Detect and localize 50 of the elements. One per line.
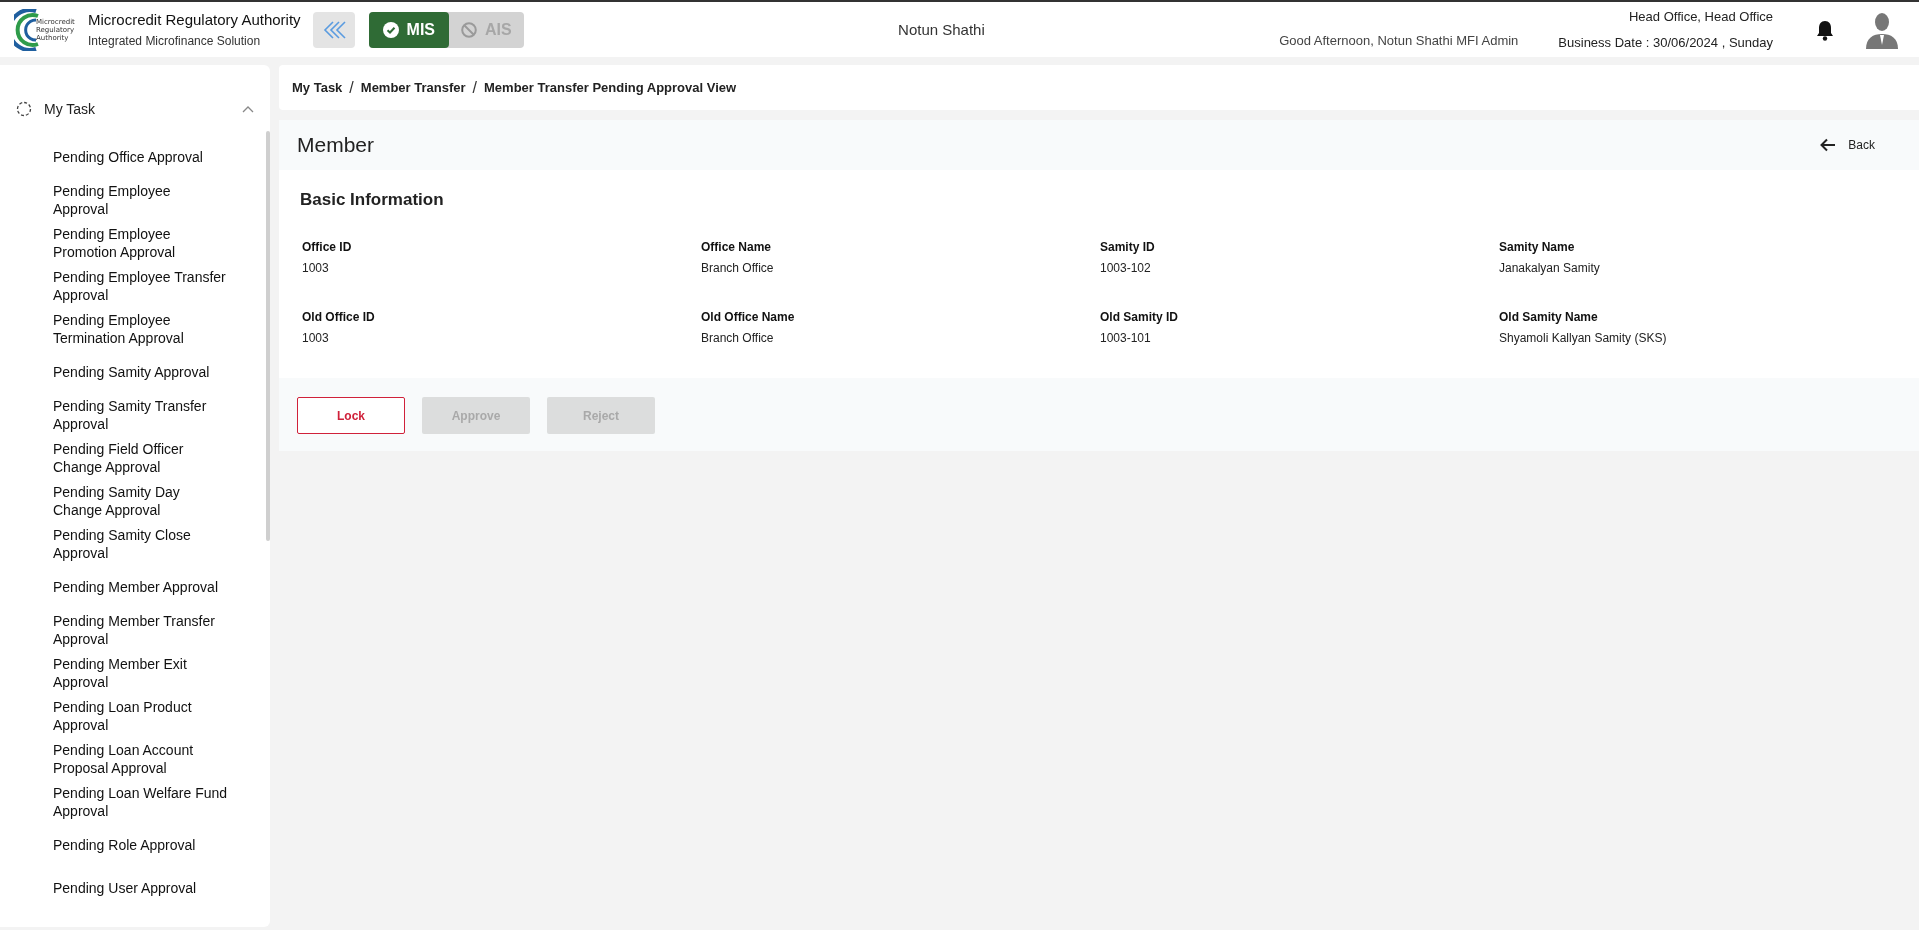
field-label: Samity Name [1499, 240, 1576, 254]
section-title: Basic Information [300, 190, 445, 210]
field-value: Janakalyan Samity [1499, 261, 1601, 275]
sidebar-item[interactable]: Pending Field Officer Change Approval [53, 436, 270, 479]
sidebar-item[interactable]: Pending User Approval [53, 866, 270, 909]
action-button[interactable]: Lock [297, 397, 405, 434]
sidebar-item[interactable]: Pending Samity Day Change Approval [53, 479, 270, 522]
field-value: 1003-101 [1100, 331, 1152, 345]
org-subtitle: Integrated Microfinance Solution [88, 34, 262, 48]
breadcrumb-link[interactable]: Member Transfer [360, 80, 466, 95]
field-value: 1003-102 [1100, 261, 1152, 275]
field-label: Office ID [302, 240, 353, 254]
field-label: Old Samity ID [1100, 310, 1180, 324]
field-value: 1003 [302, 331, 330, 345]
org-name: Microcredit Regulatory Authority [88, 11, 301, 28]
sidebar-item[interactable]: Pending Employee Transfer Approval [53, 264, 270, 307]
sidebar-item[interactable]: Pending Loan Welfare Fund Approval [53, 780, 270, 823]
greeting-text: Good Afternoon, Notun Shathi MFI Admin [1279, 33, 1519, 48]
page-title: Member [297, 133, 375, 157]
breadcrumb-separator: / [349, 78, 354, 97]
mode-tab[interactable]: MIS [368, 11, 450, 48]
sidebar-item[interactable]: Pending Samity Close Approval [53, 522, 270, 565]
sidebar-section[interactable]: My Task [0, 91, 270, 127]
business-date: Business Date : 30/06/2024 , Sunday [1558, 35, 1773, 50]
field-value: Branch Office [701, 261, 775, 275]
sidebar-item[interactable]: Pending Member Transfer Approval [53, 608, 270, 651]
sidebar-item[interactable]: Pending Office Approval [53, 135, 270, 178]
back-button[interactable]: Back [1820, 138, 1901, 152]
sidebar-item[interactable]: Pending Employee Approval [53, 178, 270, 221]
field-label: Office Name [701, 240, 773, 254]
app-title: Notun Shathi [898, 21, 985, 38]
breadcrumb-separator: / [472, 78, 477, 97]
breadcrumb-link[interactable]: My Task [292, 80, 343, 95]
sidebar-item[interactable]: Pending Loan Account Proposal Approval [53, 737, 270, 780]
sidebar-item[interactable]: Pending Samity Transfer Approval [53, 393, 270, 436]
sidebar-item[interactable]: Pending Role Approval [53, 823, 270, 866]
sidebar-item[interactable]: Pending Samity Approval [53, 350, 270, 393]
field-value: 1003 [302, 261, 330, 275]
sidebar-item[interactable]: Pending Member Exit Approval [53, 651, 270, 694]
field-label: Old Office Name [701, 310, 796, 324]
sidebar-item[interactable]: Pending Employee Promotion Approval [53, 221, 270, 264]
field-label: Old Office ID [302, 310, 376, 324]
sidebar-item[interactable]: Pending Member Approval [53, 565, 270, 608]
field-label: Samity ID [1100, 240, 1156, 254]
office-name: Head Office, Head Office [1628, 9, 1773, 24]
field-value: Shyamoli Kallyan Samity (SKS) [1499, 331, 1668, 345]
sidebar-item[interactable]: Pending Employee Termination Approval [53, 307, 270, 350]
field-label: Old Samity Name [1499, 310, 1599, 324]
sidebar-item[interactable]: Pending Loan Product Approval [53, 694, 270, 737]
field-value: Branch Office [701, 331, 775, 345]
